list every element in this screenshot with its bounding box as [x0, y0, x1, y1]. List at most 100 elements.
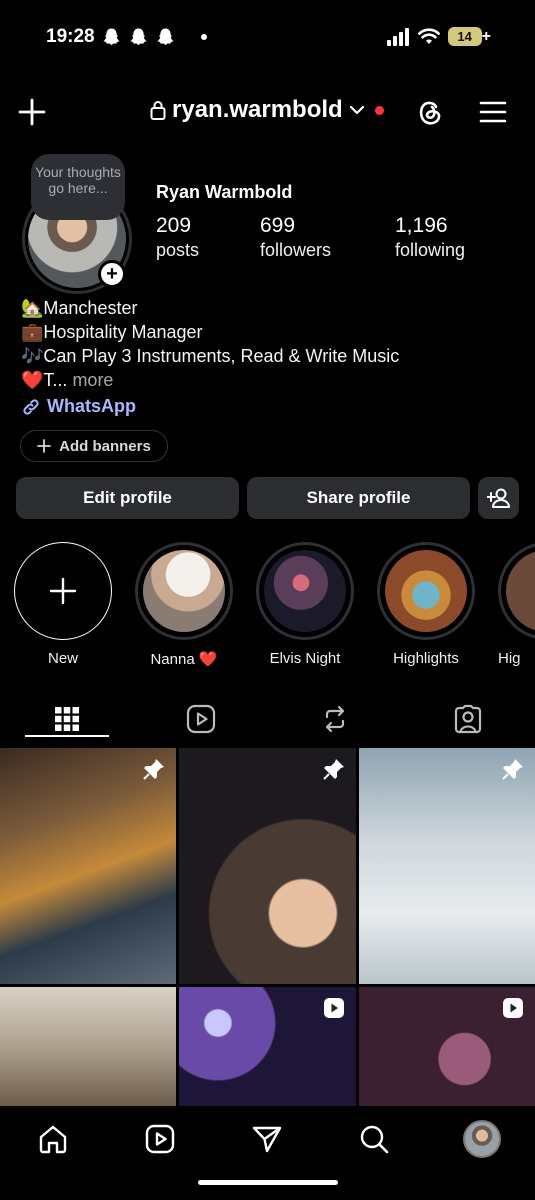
nav-messages[interactable]	[250, 1122, 284, 1156]
link-icon	[23, 398, 39, 415]
nav-home[interactable]	[36, 1122, 70, 1156]
highlight-ring	[256, 542, 354, 640]
highlight-label: Hig	[498, 650, 521, 667]
highlight-highlights[interactable]: Highlights	[377, 542, 475, 667]
note-bubble[interactable]: Your thoughts go here...	[31, 154, 125, 220]
battery-icon: 14	[447, 27, 482, 46]
more-notifications-dot	[201, 34, 207, 40]
highlight-label: New	[47, 650, 78, 667]
post-thumbnail[interactable]	[0, 748, 176, 984]
reels-icon	[145, 1124, 175, 1154]
following-label: following	[395, 240, 466, 260]
bio-line: 🎶Can Play 3 Instruments, Read & Write Mu…	[21, 346, 400, 366]
highlight-elvis-night[interactable]: Elvis Night	[256, 542, 354, 667]
link-label: WhatsApp	[47, 396, 136, 416]
create-plus-icon[interactable]	[18, 98, 46, 126]
highlight-ring	[498, 542, 535, 640]
profile-name: Ryan Warmbold	[156, 182, 293, 202]
new-highlight-circle	[14, 542, 112, 640]
stat-following[interactable]: 1,196 following	[395, 214, 465, 261]
plus-icon	[37, 439, 52, 453]
post-thumbnail[interactable]	[359, 987, 535, 1107]
highlight-label: Elvis Night	[269, 650, 341, 667]
pinned-icon	[323, 759, 344, 780]
posts-label: posts	[156, 240, 200, 260]
post-thumbnail[interactable]	[359, 748, 535, 984]
add-banners-button[interactable]: Add banners	[20, 430, 168, 462]
stat-posts[interactable]: 209 posts	[156, 214, 199, 261]
notification-icons	[102, 27, 207, 47]
nav-profile[interactable]	[462, 1119, 502, 1159]
followers-count: 699	[260, 214, 296, 237]
add-banners-label: Add banners	[59, 437, 151, 455]
status-bar: 19:28 14 +	[0, 0, 535, 76]
wifi-icon	[417, 28, 440, 44]
highlight-cover	[506, 550, 535, 632]
menu-icon[interactable]	[479, 100, 507, 124]
edit-profile-button[interactable]: Edit profile	[16, 477, 239, 519]
add-person-icon	[486, 488, 510, 508]
bio-line: ❤️T...	[21, 370, 68, 390]
add-story-plus-icon[interactable]: +	[98, 260, 126, 288]
highlight-new[interactable]: New	[14, 542, 112, 667]
following-count: 1,196	[395, 214, 448, 237]
highlight-cover	[143, 550, 225, 632]
threads-icon[interactable]	[415, 97, 445, 127]
account-switcher[interactable]: ryan.warmbold	[150, 96, 384, 124]
signal-icon	[386, 27, 409, 46]
highlight-cover	[385, 550, 467, 632]
tagged-icon	[454, 704, 482, 734]
highlight-partial[interactable]: Hig	[498, 542, 535, 667]
lock-icon	[150, 101, 166, 120]
plus-icon	[49, 577, 77, 605]
profile-tabs	[0, 692, 535, 746]
bio-link[interactable]: WhatsApp	[21, 396, 136, 417]
highlight-label: Highlights	[393, 650, 459, 667]
top-nav: ryan.warmbold	[0, 88, 535, 138]
bio-line: 🏡Manchester	[21, 298, 138, 318]
pinned-icon	[502, 759, 523, 780]
tab-grid[interactable]	[25, 692, 109, 746]
post-thumbnail[interactable]	[179, 987, 356, 1107]
tab-tagged[interactable]	[426, 692, 510, 746]
snapchat-icon	[157, 28, 174, 46]
status-time: 19:28	[46, 26, 95, 47]
nav-avatar	[463, 1120, 501, 1158]
snapchat-icon	[103, 28, 120, 46]
bio-line: 💼Hospitality Manager	[21, 322, 203, 342]
post-thumbnail[interactable]	[179, 748, 356, 984]
followers-label: followers	[260, 240, 332, 260]
reel-icon	[324, 998, 344, 1018]
username: ryan.warmbold	[172, 96, 343, 123]
highlight-ring	[377, 542, 475, 640]
bottom-nav	[0, 1106, 535, 1200]
share-profile-button[interactable]: Share profile	[247, 477, 470, 519]
reels-icon	[186, 704, 216, 734]
tab-reels[interactable]	[159, 692, 243, 746]
nav-search[interactable]	[357, 1122, 391, 1156]
bio-more-link[interactable]: more	[72, 370, 113, 390]
charging-plus: +	[481, 27, 491, 45]
highlight-ring	[135, 542, 233, 640]
grid-icon	[55, 707, 79, 731]
reel-icon	[503, 998, 523, 1018]
bio: 🏡Manchester 💼Hospitality Manager 🎶Can Pl…	[21, 296, 399, 392]
notification-dot	[374, 105, 384, 115]
send-icon	[252, 1126, 282, 1153]
nav-reels[interactable]	[143, 1122, 177, 1156]
highlight-cover	[264, 550, 346, 632]
reposts-icon	[325, 705, 345, 733]
active-tab-indicator	[25, 735, 109, 737]
stat-followers[interactable]: 699 followers	[260, 214, 331, 261]
post-thumbnail[interactable]	[0, 987, 176, 1107]
snapchat-icon	[130, 28, 147, 46]
highlight-nanna[interactable]: Nanna ❤️	[135, 542, 233, 668]
discover-people-button[interactable]	[478, 477, 519, 519]
bio-line-truncated: ❤️T... more	[21, 368, 399, 392]
search-icon	[360, 1125, 389, 1154]
tab-reposts[interactable]	[293, 692, 377, 746]
posts-count: 209	[156, 214, 192, 237]
home-indicator[interactable]	[198, 1180, 338, 1185]
home-icon	[39, 1125, 67, 1154]
chevron-down-icon	[349, 105, 364, 115]
